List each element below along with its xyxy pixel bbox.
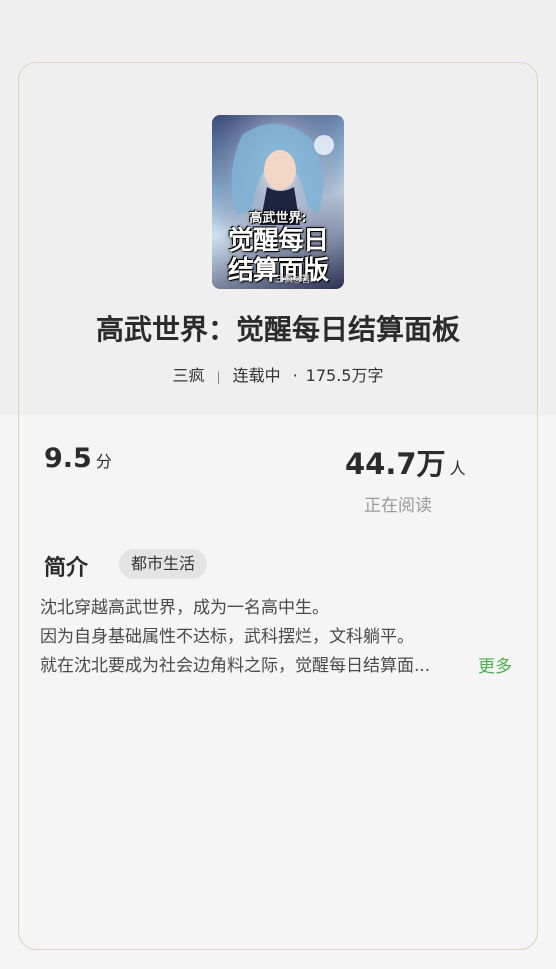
cover-author: 三疯◎著	[275, 275, 310, 285]
author-name[interactable]: 三疯	[173, 366, 205, 385]
score-unit: 分	[95, 452, 112, 471]
intro-line: 因为自身基础属性不达标，武科摆烂，文科躺平。	[40, 627, 414, 647]
readers-unit: 人	[449, 459, 466, 478]
meta-separator: |	[216, 370, 221, 384]
book-cover[interactable]: 高武世界: 觉醒每日 结算面版 三疯◎著	[212, 115, 344, 289]
intro-heading: 简介	[44, 556, 89, 581]
word-count: 175.5万字	[305, 366, 384, 385]
genre-tag[interactable]: 都市生活	[119, 549, 208, 579]
serial-status: 连载中	[232, 366, 281, 385]
readers-value: 44.7万	[345, 447, 446, 481]
readers-label: 正在阅读	[364, 496, 432, 516]
score-value: 9.5	[44, 443, 92, 474]
cover-title-line1: 高武世界:	[249, 211, 307, 226]
intro-line: 就在沈北要成为社会边角料之际，觉醒每日结算面...	[40, 656, 431, 676]
cover-title-line2: 觉醒每日	[227, 226, 329, 256]
book-detail-page: 高武世界: 觉醒每日 结算面版 三疯◎著 高武世界：觉醒每日结算面板 三疯 | 连载…	[0, 0, 556, 969]
rating-score: 9.5 分	[44, 443, 112, 474]
intro-line: 沈北穿越高武世界，成为一名高中生。	[40, 598, 329, 618]
book-meta: 三疯 | 连载中 · 175.5万字	[0, 362, 556, 386]
book-title: 高武世界：觉醒每日结算面板	[95, 313, 460, 346]
more-button[interactable]: 更多	[478, 652, 512, 677]
intro-text: 沈北穿越高武世界，成为一名高中生。 因为自身基础属性不达标，武科摆烂，文科躺平。…	[40, 594, 520, 681]
meta-dot: ·	[292, 366, 298, 385]
reader-count: 44.7万人	[345, 441, 466, 483]
